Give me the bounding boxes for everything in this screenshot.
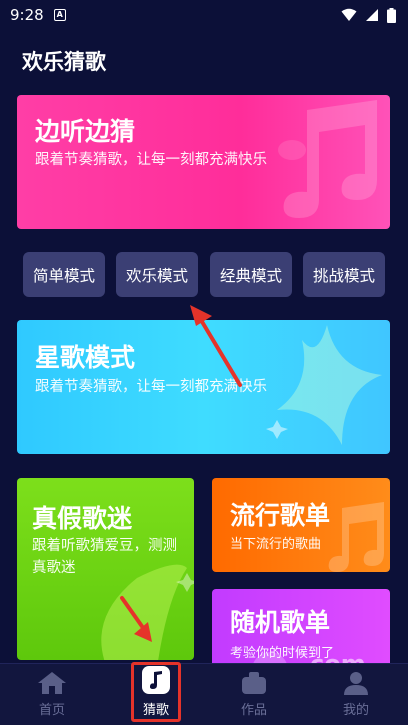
annotation-highlight-box: [131, 662, 181, 722]
real-fan-title: 真假歌迷: [32, 504, 133, 533]
listen-guess-title: 边听边猜: [35, 117, 136, 146]
page-title: 欢乐猜歌: [22, 50, 106, 74]
listen-guess-subtitle: 跟着节奏猜歌，让每一刻都充满快乐: [35, 152, 267, 168]
popular-playlist-title: 流行歌单: [230, 501, 331, 530]
home-icon: [38, 672, 66, 694]
popular-playlist-subtitle: 当下流行的歌曲: [230, 537, 322, 552]
status-time: 9:28: [10, 6, 44, 24]
star-mode-card[interactable]: 星歌模式 跟着节奏猜歌，让每一刻都充满快乐: [17, 320, 390, 454]
mode-classic-button[interactable]: 经典模式: [210, 252, 292, 297]
real-fan-subtitle: 跟着听歌猜爱豆，测测真歌迷: [32, 538, 177, 576]
star-mode-subtitle: 跟着节奏猜歌，让每一刻都充满快乐: [35, 379, 267, 395]
mode-selector: 简单模式 欢乐模式 经典模式 挑战模式: [23, 252, 385, 297]
music-note-decoration-icon: [328, 502, 384, 572]
status-left: 9:28 A: [10, 6, 66, 24]
popular-playlist-card[interactable]: 流行歌单 当下流行的歌曲: [212, 478, 390, 572]
status-right: [341, 7, 396, 23]
profile-icon: [344, 672, 368, 695]
nav-works-label: 作品: [240, 703, 267, 718]
works-icon: [242, 672, 266, 694]
nav-profile-label: 我的: [342, 703, 369, 718]
star-mode-title: 星歌模式: [35, 343, 136, 372]
nav-home[interactable]: 首页: [12, 664, 92, 725]
wifi-icon: [341, 8, 357, 21]
mode-easy-button[interactable]: 简单模式: [23, 252, 105, 297]
random-playlist-card[interactable]: 随机歌单 考验你的时候到了: [212, 589, 390, 669]
nav-works[interactable]: 作品: [214, 664, 294, 725]
bottom-nav: 首页 猜歌 作品 我的: [0, 663, 408, 725]
random-playlist-title: 随机歌单: [230, 608, 331, 637]
nav-profile[interactable]: 我的: [316, 664, 396, 725]
mode-challenge-button[interactable]: 挑战模式: [303, 252, 385, 297]
mode-joy-button[interactable]: 欢乐模式: [116, 252, 198, 297]
status-bar: 9:28 A: [0, 0, 408, 30]
music-notes-decoration-icon: [278, 100, 377, 218]
battery-icon: [387, 7, 396, 23]
real-fan-card[interactable]: 真假歌迷 跟着听歌猜爱豆，测测真歌迷: [17, 478, 194, 660]
random-playlist-subtitle: 考验你的时候到了: [230, 646, 335, 661]
listen-guess-card[interactable]: 边听边猜 跟着节奏猜歌，让每一刻都充满快乐: [17, 95, 390, 229]
star-decoration-icon: [266, 325, 382, 445]
nav-home-label: 首页: [38, 703, 65, 718]
signal-icon: [366, 9, 378, 21]
notification-icon: A: [53, 9, 66, 21]
